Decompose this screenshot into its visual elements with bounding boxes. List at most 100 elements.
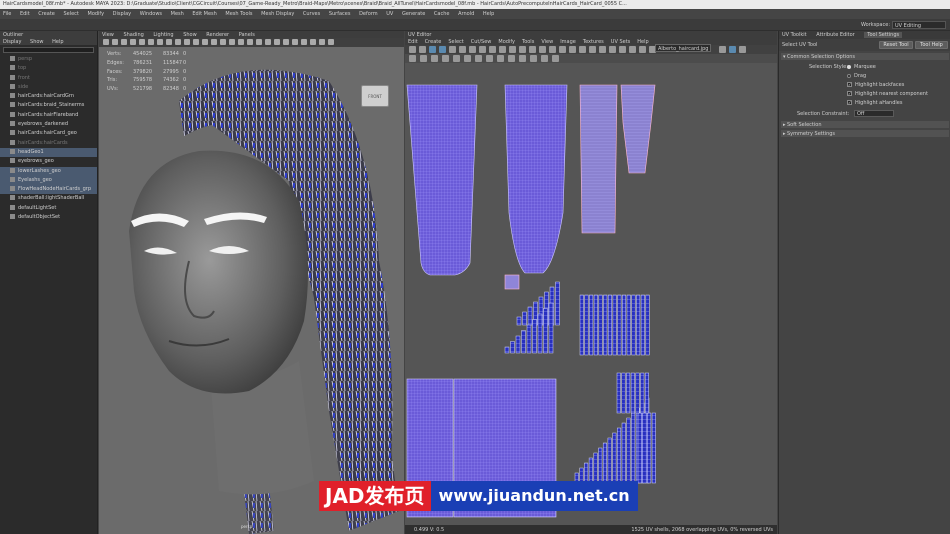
- viewport-tool-icon[interactable]: [202, 39, 208, 45]
- menu-create[interactable]: Create: [38, 11, 55, 17]
- uv-tool-icon[interactable]: [409, 46, 416, 53]
- viewport-tool-icon[interactable]: [103, 39, 109, 45]
- outliner-menu-display[interactable]: Display: [3, 39, 21, 45]
- menu-help[interactable]: Help: [483, 11, 494, 17]
- outliner-item[interactable]: eyebrows_darkened: [0, 120, 97, 129]
- viewport-tool-icon[interactable]: [211, 39, 217, 45]
- viewport-tool-icon[interactable]: [184, 39, 190, 45]
- tool-help-button[interactable]: Tool Help: [915, 41, 948, 49]
- outliner-item[interactable]: top: [0, 64, 97, 73]
- texture-select-dropdown[interactable]: Alberto_haircard.jpg: [655, 44, 711, 52]
- uv-tool-icon[interactable]: [529, 46, 536, 53]
- viewport-tool-icon[interactable]: [256, 39, 262, 45]
- menu-edit[interactable]: Edit: [20, 11, 30, 17]
- menu-cache[interactable]: Cache: [434, 11, 450, 17]
- outliner-item[interactable]: hairCards:hairCard_geo: [0, 129, 97, 138]
- tab-uv-toolkit[interactable]: UV Toolkit: [782, 32, 807, 38]
- viewport-tool-icon[interactable]: [274, 39, 280, 45]
- highlight-backfaces-checkbox[interactable]: ✓ Highlight backfaces: [847, 82, 904, 88]
- viewport-tool-icon[interactable]: [229, 39, 235, 45]
- tab-tool-settings[interactable]: Tool Settings: [864, 32, 903, 38]
- menu-surfaces[interactable]: Surfaces: [329, 11, 351, 17]
- viewport-tool-icon[interactable]: [328, 39, 334, 45]
- outliner-item[interactable]: hairCards:hairCards: [0, 139, 97, 148]
- uv-align-icon[interactable]: [475, 55, 482, 62]
- uv-tool-icon[interactable]: [459, 46, 466, 53]
- viewport-tool-icon[interactable]: [220, 39, 226, 45]
- uv-align-icon[interactable]: [486, 55, 493, 62]
- uv-tool-icon[interactable]: [629, 46, 636, 53]
- viewport-tool-icon[interactable]: [283, 39, 289, 45]
- uv-align-icon[interactable]: [420, 55, 427, 62]
- viewport-tool-icon[interactable]: [319, 39, 325, 45]
- uv-align-icon[interactable]: [431, 55, 438, 62]
- menu-generate[interactable]: Generate: [402, 11, 425, 17]
- uv-tool-icon[interactable]: [619, 46, 626, 53]
- viewport-tool-icon[interactable]: [310, 39, 316, 45]
- viewport-tool-icon[interactable]: [148, 39, 154, 45]
- reset-tool-button[interactable]: Reset Tool: [879, 41, 913, 49]
- uv-tool-icon[interactable]: [739, 46, 746, 53]
- uv-tool-icon[interactable]: [499, 46, 506, 53]
- uv-align-icon[interactable]: [541, 55, 548, 62]
- uv-tool-icon[interactable]: [599, 46, 606, 53]
- outliner-item[interactable]: side: [0, 83, 97, 92]
- uv-tool-icon[interactable]: [449, 46, 456, 53]
- outliner-item[interactable]: hairCards:hairCardGrn: [0, 92, 97, 101]
- uv-tool-icon[interactable]: [429, 46, 436, 53]
- uv-align-icon[interactable]: [409, 55, 416, 62]
- uv-tool-icon[interactable]: [519, 46, 526, 53]
- menu-windows[interactable]: Windows: [140, 11, 162, 17]
- uv-tool-icon[interactable]: [489, 46, 496, 53]
- outliner-item[interactable]: defaultObjectSet: [0, 213, 97, 222]
- viewport-tool-icon[interactable]: [139, 39, 145, 45]
- uv-align-icon[interactable]: [453, 55, 460, 62]
- uv-tool-icon[interactable]: [559, 46, 566, 53]
- viewport-tool-icon[interactable]: [166, 39, 172, 45]
- highlight-nearest-checkbox[interactable]: ✓ Highlight nearest component: [847, 91, 928, 97]
- uv-tool-icon[interactable]: [639, 46, 646, 53]
- selection-constraint-dropdown[interactable]: Off: [854, 110, 894, 117]
- menu-display[interactable]: Display: [113, 11, 131, 17]
- menu-uv[interactable]: UV: [386, 11, 393, 17]
- outliner-item[interactable]: eyebrows_geo: [0, 157, 97, 166]
- outliner-item[interactable]: headGeo1: [0, 147, 97, 158]
- uv-tool-icon[interactable]: [509, 46, 516, 53]
- uv-tool-icon[interactable]: [579, 46, 586, 53]
- section-common-selection[interactable]: ▾ Common Selection Options: [781, 53, 949, 60]
- uv-tool-icon[interactable]: [729, 46, 736, 53]
- outliner-item[interactable]: defaultLightSet: [0, 204, 97, 213]
- outliner-item[interactable]: persp: [0, 55, 97, 64]
- outliner-item[interactable]: Eyelashs_geo: [0, 175, 97, 186]
- menu-select[interactable]: Select: [63, 11, 78, 17]
- viewport-tool-icon[interactable]: [238, 39, 244, 45]
- section-soft-selection[interactable]: ▸ Soft Selection: [781, 121, 949, 128]
- uv-tool-icon[interactable]: [589, 46, 596, 53]
- viewport-tool-icon[interactable]: [292, 39, 298, 45]
- viewport-tool-icon[interactable]: [265, 39, 271, 45]
- uv-align-icon[interactable]: [530, 55, 537, 62]
- uv-tool-icon[interactable]: [719, 46, 726, 53]
- viewport-tool-icon[interactable]: [130, 39, 136, 45]
- uv-tool-icon[interactable]: [609, 46, 616, 53]
- viewport-tool-icon[interactable]: [121, 39, 127, 45]
- menu-deform[interactable]: Deform: [359, 11, 378, 17]
- tab-attribute-editor[interactable]: Attribute Editor: [816, 32, 854, 38]
- outliner-item[interactable]: front: [0, 74, 97, 83]
- uv-tool-icon[interactable]: [469, 46, 476, 53]
- uv-canvas[interactable]: [405, 63, 777, 525]
- menu-curves[interactable]: Curves: [303, 11, 320, 17]
- menu-mesh-tools[interactable]: Mesh Tools: [225, 11, 252, 17]
- viewport-tool-icon[interactable]: [247, 39, 253, 45]
- drag-radio[interactable]: Drag: [847, 73, 866, 79]
- uv-tool-icon[interactable]: [439, 46, 446, 53]
- viewport-tool-icon[interactable]: [175, 39, 181, 45]
- outliner-search-input[interactable]: [3, 47, 94, 53]
- menu-modify[interactable]: Modify: [88, 11, 105, 17]
- highlight-ahandles-checkbox[interactable]: ✓ Highlight aHandles: [847, 100, 902, 106]
- menu-mesh-display[interactable]: Mesh Display: [261, 11, 294, 17]
- outliner-menu-show[interactable]: Show: [30, 39, 44, 45]
- uv-tool-icon[interactable]: [569, 46, 576, 53]
- outliner-item[interactable]: hairCards:braid_Stainerms: [0, 101, 97, 110]
- outliner-item[interactable]: FlowHeadNodeHairCards_grp: [0, 185, 97, 195]
